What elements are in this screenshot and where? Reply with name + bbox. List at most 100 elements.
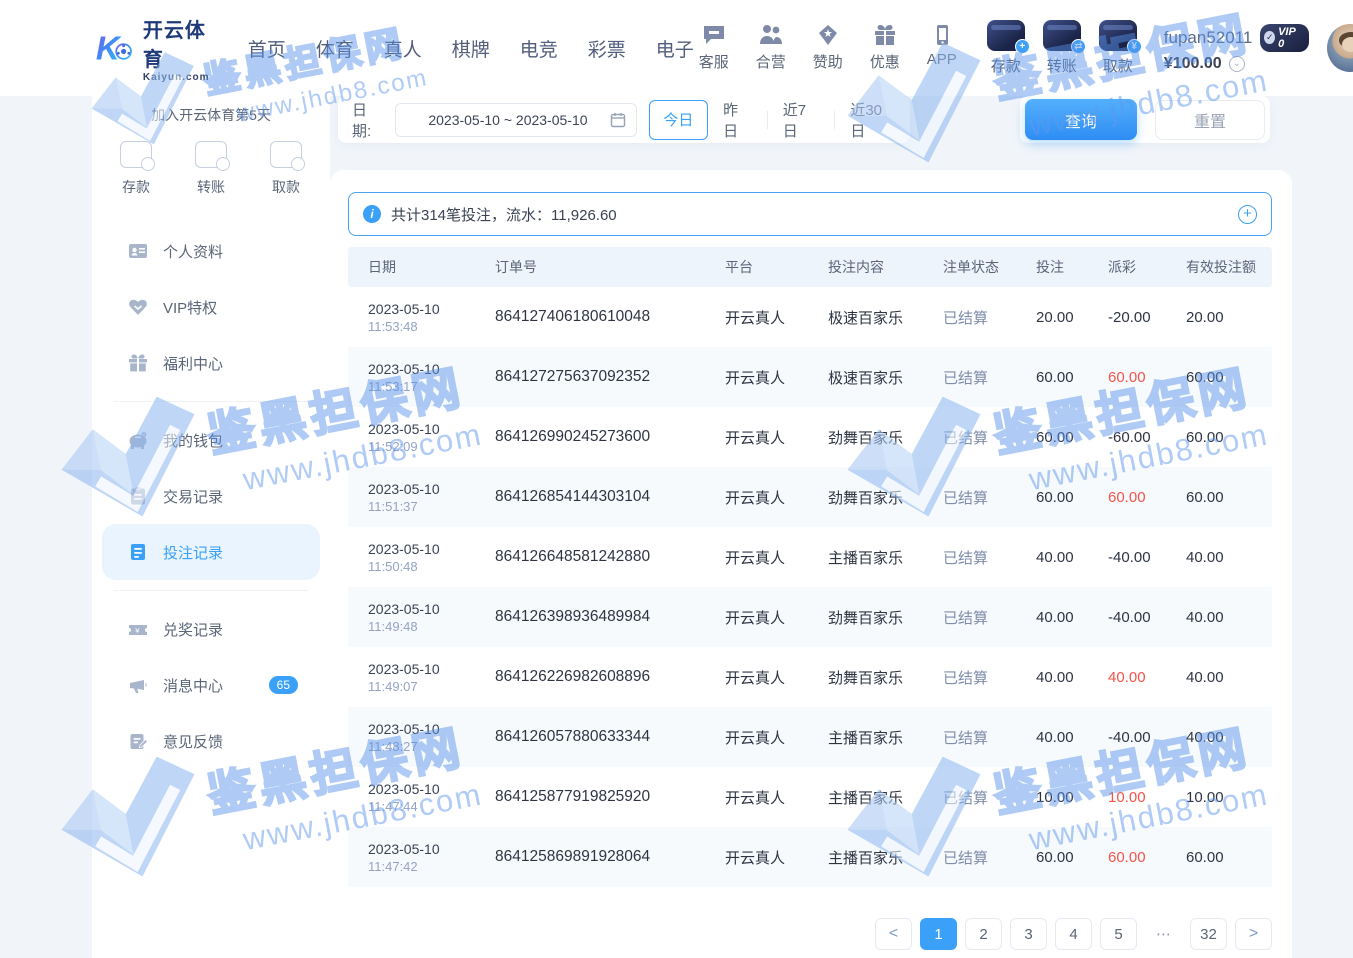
cell-payout: 60.00	[1100, 849, 1178, 866]
feedback-label: 意见反馈	[163, 731, 223, 752]
date-range-input[interactable]: 2023-05-10 ~ 2023-05-10	[395, 103, 637, 137]
vip-level: VIP 0	[1278, 26, 1300, 50]
summary-bar: i 共计314笔投注，流水：11,926.60 +	[348, 192, 1272, 236]
wallet-label: 我的钱包	[163, 430, 223, 451]
sidebar-item-profile[interactable]: 个人资料	[102, 223, 320, 279]
cell-date: 2023-05-1011:53:17	[348, 361, 495, 394]
filter-30days-button[interactable]: 近30日	[835, 100, 910, 140]
cell-bet-amount: 40.00	[1028, 609, 1100, 626]
pagination-page-3[interactable]: 3	[1010, 918, 1047, 950]
cell-bet-amount: 40.00	[1028, 549, 1100, 566]
sidebar-item-vip[interactable]: VIP特权	[102, 279, 320, 335]
pagination-page-1[interactable]: 1	[920, 918, 957, 950]
feedback-icon	[128, 731, 148, 751]
cell-platform: 开云真人	[717, 427, 820, 448]
nav-cards[interactable]: 棋牌	[452, 35, 490, 62]
sponsor-button[interactable]: 赞助	[808, 24, 848, 72]
pagination-next-button[interactable]: >	[1235, 918, 1272, 950]
nav-lottery[interactable]: 彩票	[588, 35, 626, 62]
table-row: 2023-05-1011:48:27864126057880633344开云真人…	[348, 707, 1272, 767]
nav-home[interactable]: 首页	[248, 35, 286, 62]
cell-payout: 40.00	[1100, 669, 1178, 686]
sidebar-deposit-button[interactable]: 存款	[120, 141, 152, 197]
balance-dropdown-icon[interactable]: ⌄	[1229, 56, 1245, 72]
sidebar-item-welfare[interactable]: 福利中心	[102, 335, 320, 391]
cell-order-number: 864126990245273600	[495, 428, 717, 446]
transfer-label: 转账	[1047, 55, 1077, 76]
card-outline-icon	[270, 141, 302, 168]
partners-button[interactable]: 合营	[751, 24, 791, 72]
cell-date: 2023-05-1011:48:27	[348, 721, 495, 754]
betting-table: 日期 订单号 平台 投注内容 注单状态 投注 派彩 有效投注额 2023-05-…	[348, 247, 1272, 887]
sidebar-withdraw-button[interactable]: 取款	[270, 141, 302, 197]
nav-sports[interactable]: 体育	[316, 35, 354, 62]
cell-date: 2023-05-1011:52:09	[348, 421, 495, 454]
cell-bet-content: 劲舞百家乐	[820, 667, 935, 688]
sidebar-item-feedback[interactable]: 意见反馈	[102, 713, 320, 769]
app-label: APP	[927, 51, 957, 68]
cell-bet-amount: 60.00	[1028, 849, 1100, 866]
deposit-button[interactable]: + 存款	[982, 20, 1030, 76]
withdraw-label: 取款	[1103, 55, 1133, 76]
query-button[interactable]: 查询	[1025, 99, 1137, 140]
col-bet: 投注	[1028, 257, 1100, 277]
sidebar-quick-actions: 存款 转账 取款	[92, 141, 330, 197]
cell-valid-bet: 60.00	[1178, 849, 1272, 866]
header-right: 客服 合营 赞助 优惠 APP	[694, 20, 1353, 76]
table-row: 2023-05-1011:52:09864126990245273600开云真人…	[348, 407, 1272, 467]
join-days-text: 加入开云体育第5天	[92, 105, 330, 125]
transfer-badge-icon: ⇄	[1071, 39, 1086, 54]
service-button[interactable]: 客服	[694, 24, 734, 72]
vip-badge[interactable]: ✓ VIP 0	[1260, 24, 1309, 52]
transactions-label: 交易记录	[163, 486, 223, 507]
reset-button[interactable]: 重置	[1155, 100, 1265, 140]
megaphone-icon	[128, 675, 148, 695]
app-button[interactable]: APP	[922, 24, 962, 72]
pagination-page-2[interactable]: 2	[965, 918, 1002, 950]
pagination-page-5[interactable]: 5	[1100, 918, 1137, 950]
cell-bet-content: 劲舞百家乐	[820, 427, 935, 448]
messages-label: 消息中心	[163, 675, 223, 696]
pagination-ellipsis[interactable]: ⋯	[1145, 918, 1182, 950]
cell-date: 2023-05-1011:47:42	[348, 841, 495, 874]
username: fupan52011	[1164, 28, 1253, 48]
gift-icon	[873, 24, 897, 46]
cell-order-number: 864126057880633344	[495, 728, 717, 746]
cell-payout: -40.00	[1100, 609, 1178, 626]
pagination-page-32[interactable]: 32	[1190, 918, 1227, 950]
redeem-label: 兑奖记录	[163, 619, 223, 640]
sidebar-item-messages[interactable]: 消息中心 65	[102, 657, 320, 713]
brand-logo[interactable]: K 开云体育 Kaiyun.com	[95, 14, 216, 83]
sidebar-item-transactions[interactable]: 交易记录	[102, 468, 320, 524]
sidebar-item-betting-records[interactable]: 投注记录	[102, 524, 320, 580]
expand-plus-icon[interactable]: +	[1238, 205, 1257, 224]
nav-slots[interactable]: 电子	[656, 35, 694, 62]
cell-bet-amount: 10.00	[1028, 789, 1100, 806]
nav-live[interactable]: 真人	[384, 35, 422, 62]
filter-7days-button[interactable]: 近7日	[768, 100, 835, 140]
sidebar-item-redeem[interactable]: ¥ 兑奖记录	[102, 601, 320, 657]
promo-button[interactable]: 优惠	[865, 24, 905, 72]
filter-today-button[interactable]: 今日	[649, 100, 708, 140]
cell-platform: 开云真人	[717, 607, 820, 628]
calendar-icon	[610, 112, 626, 128]
sidebar-item-wallet[interactable]: ¥ 我的钱包	[102, 412, 320, 468]
nav-esports[interactable]: 电竞	[520, 35, 558, 62]
avatar[interactable]	[1327, 24, 1353, 72]
cell-payout: -40.00	[1100, 549, 1178, 566]
transfer-button[interactable]: ⇄ 转账	[1038, 20, 1086, 76]
sidebar-transfer-button[interactable]: 转账	[195, 141, 227, 197]
cell-bet-amount: 40.00	[1028, 729, 1100, 746]
table-row: 2023-05-1011:49:07864126226982608896开云真人…	[348, 647, 1272, 707]
filter-actions: 查询 重置	[1020, 96, 1270, 143]
cell-status: 已结算	[935, 607, 1028, 628]
cell-payout: -20.00	[1100, 309, 1178, 326]
pagination-page-4[interactable]: 4	[1055, 918, 1092, 950]
cell-bet-content: 劲舞百家乐	[820, 487, 935, 508]
deposit-wallet-icon: +	[987, 20, 1025, 51]
cell-bet-content: 极速百家乐	[820, 307, 935, 328]
pagination-prev-button[interactable]: <	[875, 918, 912, 950]
withdraw-button[interactable]: ¥ 取款	[1094, 20, 1142, 76]
sponsor-label: 赞助	[813, 51, 843, 72]
filter-yesterday-button[interactable]: 昨日	[708, 100, 767, 140]
